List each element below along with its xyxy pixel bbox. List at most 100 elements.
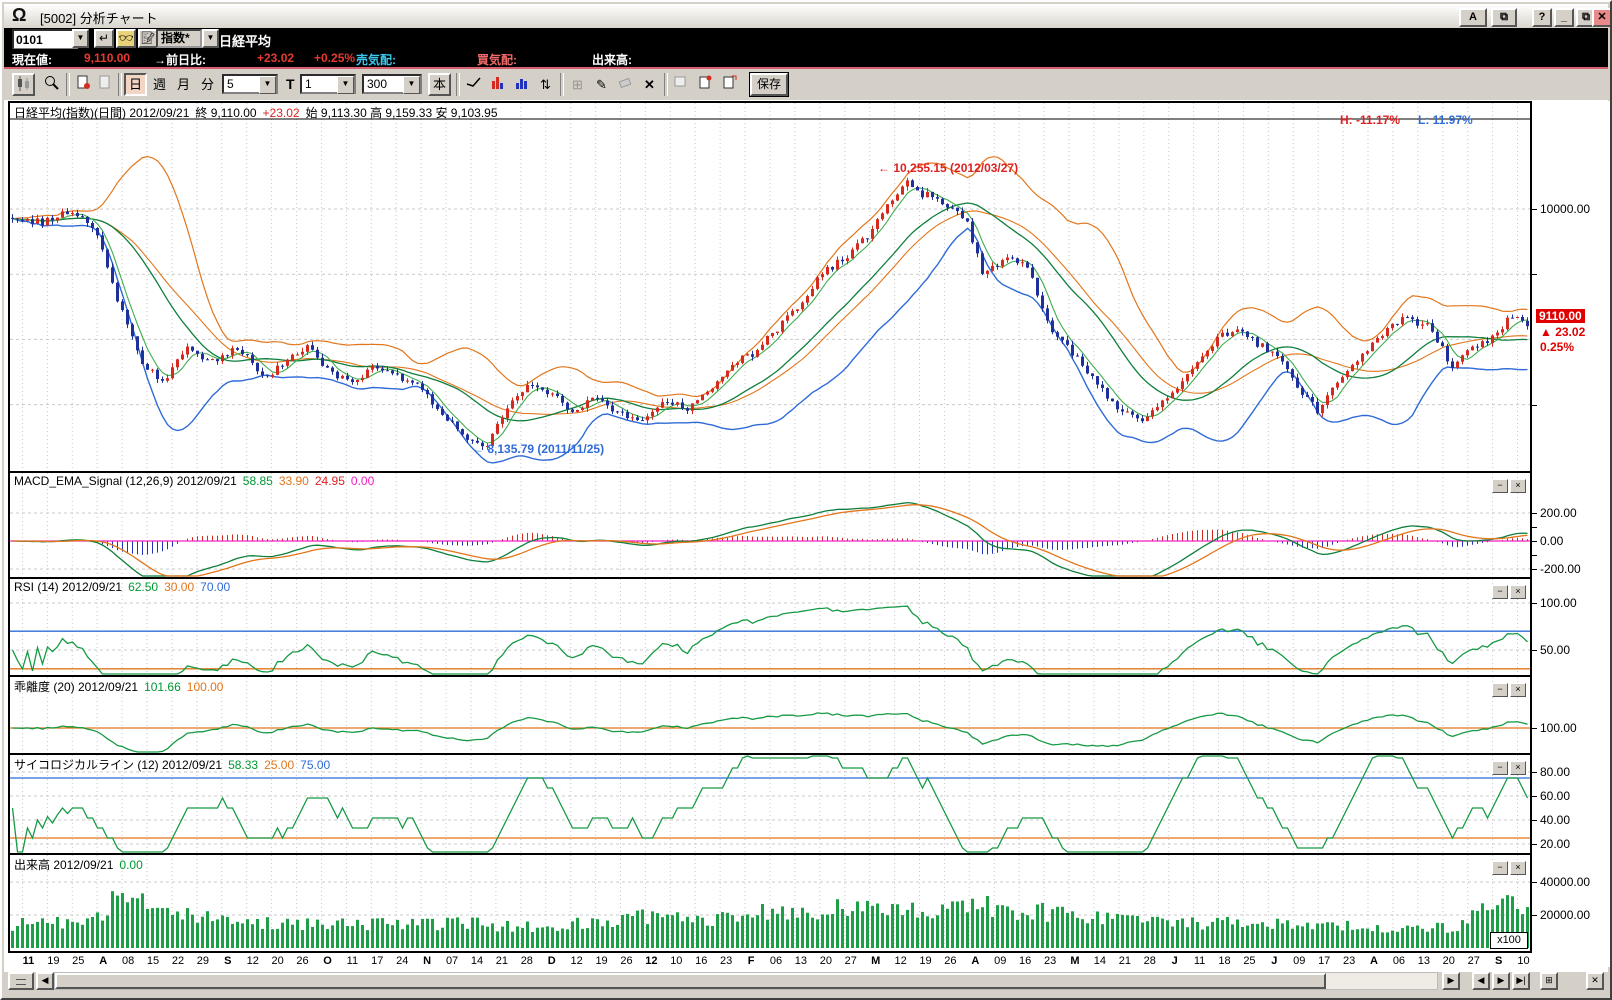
symbol-toolbar: ▼ ↵ 👓︎ 📝︎ 指数* ▼ 日経平均 <box>4 28 1608 49</box>
panel-minimize-button[interactable]: − <box>1492 861 1508 875</box>
indicator-histogram-button[interactable] <box>486 73 509 96</box>
minute-interval-value: 5 <box>227 77 234 91</box>
title-bar[interactable]: Ω [5002] 分析チャート A ⧉ ? _ ⧉ ✕ <box>4 4 1608 29</box>
erase-tool-button[interactable] <box>614 73 637 96</box>
save-button[interactable]: 保存 <box>750 73 788 96</box>
scrollbar-thumb[interactable] <box>55 973 1326 989</box>
app-logo-icon: Ω <box>12 5 26 26</box>
period-monthly-button[interactable]: 月 <box>172 73 195 96</box>
panel-close-button[interactable]: × <box>1510 479 1526 493</box>
horizontal-scrollbar[interactable]: ◀ ▶ ◀ ▶ ▶| ⊞ ✕ <box>4 972 1608 990</box>
window-arrow-icon <box>721 74 738 91</box>
panel-close-button[interactable]: × <box>1510 761 1526 775</box>
candlestick-tool-button[interactable] <box>12 73 35 96</box>
scrollbar-track[interactable] <box>54 972 1438 990</box>
time-axis-label: 26 <box>296 955 308 967</box>
volume-histogram-button[interactable] <box>510 73 533 96</box>
period-weekly-button[interactable]: 週 <box>148 73 171 96</box>
clone-window-button[interactable] <box>718 73 741 96</box>
indicator-value: 0.00 <box>351 474 374 488</box>
copy-page-button[interactable] <box>72 73 95 96</box>
category-dropdown-button[interactable]: ▼ <box>202 29 219 48</box>
indicator-value: 75.00 <box>300 758 330 772</box>
help-button[interactable]: ? <box>1532 8 1552 27</box>
up-down-arrows-icon: ⇅ <box>540 77 551 92</box>
axis-tick <box>1532 796 1537 797</box>
minute-interval-select[interactable]: 5▼ <box>222 74 278 94</box>
new-window-button[interactable] <box>694 73 717 96</box>
layout-window-button[interactable] <box>670 73 693 96</box>
page-next-button[interactable]: ▶ <box>1492 972 1510 990</box>
tick-interval-select[interactable]: 1▼ <box>300 74 356 94</box>
time-axis-label: 11 <box>23 955 35 967</box>
enter-button[interactable]: ↵ <box>94 29 114 48</box>
panel-close-button[interactable]: × <box>1510 861 1526 875</box>
draw-tool-button[interactable]: ✎ <box>590 73 613 96</box>
panel-close-button[interactable]: × <box>1510 683 1526 697</box>
panel-close-button[interactable]: × <box>1510 585 1526 599</box>
axis-tick <box>1532 728 1537 729</box>
volume-panel[interactable]: 出来高 2012/09/210.00−× <box>10 853 1530 951</box>
scroll-right-button[interactable]: ▶ <box>1442 972 1460 990</box>
panel-minimize-button[interactable]: − <box>1492 585 1508 599</box>
search-button[interactable]: 👓︎ <box>116 29 136 48</box>
scrollbar-grip[interactable] <box>8 972 34 990</box>
symbol-code-input[interactable] <box>12 29 78 50</box>
time-axis-label: 19 <box>595 955 607 967</box>
scroll-left-button[interactable]: ◀ <box>36 972 54 990</box>
axis-tick <box>1532 820 1537 821</box>
font-button[interactable]: A <box>1459 8 1487 27</box>
period-daily-button[interactable]: 日 <box>124 73 147 96</box>
axis-tick <box>1532 569 1537 570</box>
symbol-dropdown-button[interactable]: ▼ <box>72 29 89 48</box>
time-axis-label: 28 <box>521 955 533 967</box>
time-axis-label: A <box>99 955 107 967</box>
psychological-panel[interactable]: サイコロジカルライン (12) 2012/09/2158.3325.0075.0… <box>10 753 1530 853</box>
time-axis-label: 11 <box>1194 955 1205 967</box>
time-axis-label: J <box>1172 955 1178 967</box>
crosshair-tool-button[interactable] <box>462 73 485 96</box>
jump-to-end-button[interactable]: ▶| <box>1512 972 1530 990</box>
time-axis-label: 28 <box>1144 955 1156 967</box>
panel-minimize-button[interactable]: − <box>1492 761 1508 775</box>
instrument-name: 日経平均 <box>219 31 271 50</box>
minimize-button[interactable]: _ <box>1554 8 1574 27</box>
panel-close-button[interactable]: ✕ <box>1586 972 1604 990</box>
panel-window-buttons: −× <box>1490 581 1526 599</box>
chevron-down-icon: ▼ <box>77 33 85 42</box>
bars-unit-button[interactable]: 本 <box>428 73 451 96</box>
rsi-panel[interactable]: RSI (14) 2012/09/2162.5030.0070.00 −× <box>10 577 1530 675</box>
copy-window-button[interactable]: ⧉ <box>1491 8 1517 27</box>
period-low-annotation: ← 8,135.79 (2011/11/25) <box>472 442 604 456</box>
panel-minimize-button[interactable]: − <box>1492 683 1508 697</box>
page-prev-button[interactable]: ◀ <box>1472 972 1490 990</box>
panel-minimize-button[interactable]: − <box>1492 479 1508 493</box>
memo-icon: 📝︎ <box>140 31 155 45</box>
time-axis-label: 29 <box>197 955 209 967</box>
bid-label: 買気配: <box>477 51 517 68</box>
grid-toggle-button[interactable]: ⊞ <box>1540 972 1558 990</box>
bar-count-select[interactable]: 300▼ <box>362 74 422 94</box>
time-axis-label: 18 <box>1218 955 1230 967</box>
time-axis-label: D <box>548 955 556 967</box>
rsi-panel-header: RSI (14) 2012/09/2162.5030.0070.00 <box>14 580 236 594</box>
zoom-tool-button[interactable] <box>40 73 63 96</box>
close-button[interactable]: ✕ <box>1592 8 1612 27</box>
category-select[interactable]: 指数* <box>156 29 202 48</box>
time-axis-label: 12 <box>894 955 906 967</box>
time-axis-label: 21 <box>496 955 508 967</box>
current-price-badge: 9110.00 <box>1536 309 1585 323</box>
delete-all-button[interactable]: ✕ <box>638 73 661 96</box>
indicator-value: 0.00 <box>119 858 142 872</box>
memo-button[interactable]: 📝︎ <box>138 29 158 48</box>
price-panel-header: 日経平均(指数)(日間) 2012/09/21終 9,110.00+23.02始… <box>14 104 504 121</box>
chevron-down-icon: ▼ <box>403 76 420 94</box>
price-panel[interactable]: 日経平均(指数)(日間) 2012/09/21終 9,110.00+23.02始… <box>10 103 1530 471</box>
scale-adjust-button[interactable]: ⇅ <box>534 73 557 96</box>
macd-panel[interactable]: MACD_EMA_Signal (12,26,9) 2012/09/2158.8… <box>10 471 1530 577</box>
deviation-panel[interactable]: 乖離度 (20) 2012/09/21101.66100.00−× <box>10 675 1530 753</box>
copy-page2-button[interactable] <box>94 73 117 96</box>
axis-tick <box>1532 772 1537 773</box>
grid-tool-button[interactable]: ⊞ <box>566 73 589 96</box>
period-minute-button[interactable]: 分 <box>196 73 219 96</box>
